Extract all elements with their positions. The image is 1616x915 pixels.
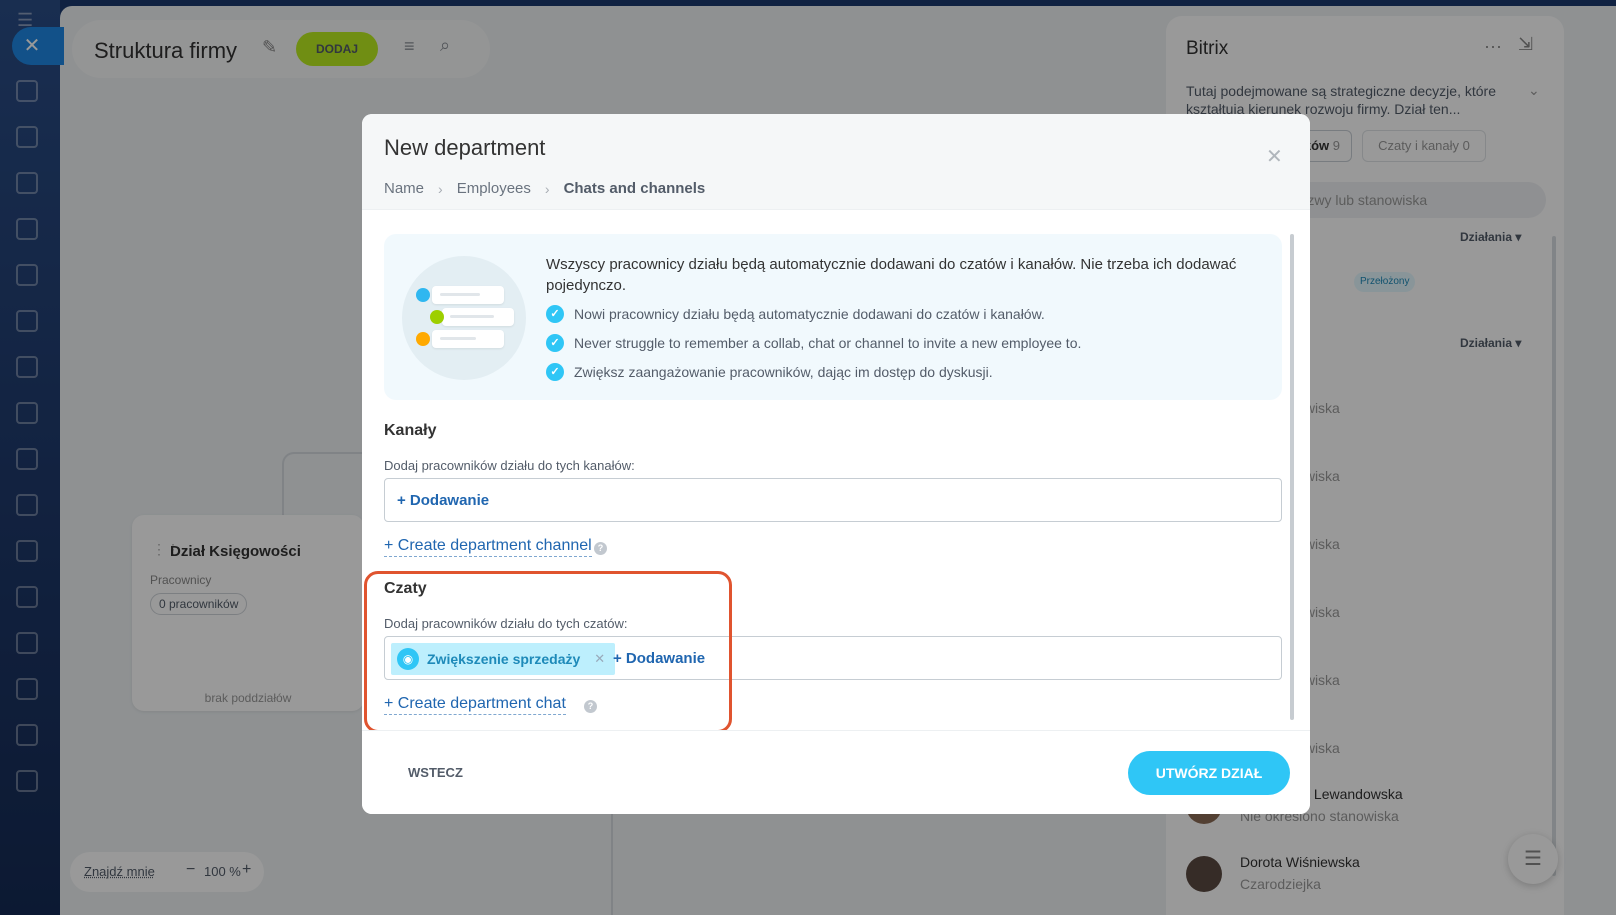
step-employees[interactable]: Employees [457, 180, 531, 197]
add-channel-button[interactable]: + Dodawanie [397, 492, 489, 509]
dialog-title: New department [384, 135, 546, 160]
chats-illustration-icon [402, 256, 526, 380]
info-title: Wszyscy pracownicy działu będą automatyc… [546, 256, 1237, 294]
chevron-right-icon: › [544, 180, 550, 197]
dialog-header: New department ✕ Name › Employees › Chat… [362, 114, 1310, 210]
channels-selector[interactable]: + Dodawanie [384, 478, 1282, 522]
info-item-text: Nowi pracownicy działu będą automatyczni… [574, 306, 1045, 322]
dialog-footer: WSTECZ UTWÓRZ DZIAŁ [362, 730, 1310, 814]
info-item-text: Zwiększ zaangażowanie pracowników, dając… [574, 364, 993, 380]
info-item: ✓ Nowi pracownicy działu będą automatycz… [546, 304, 1045, 324]
breadcrumb: Name › Employees › Chats and channels [384, 180, 705, 197]
new-department-dialog: New department ✕ Name › Employees › Chat… [362, 114, 1310, 814]
check-icon: ✓ [546, 334, 564, 352]
dialog-scrollbar[interactable] [1290, 234, 1294, 720]
info-item: ✓ Zwiększ zaangażowanie pracowników, daj… [546, 362, 993, 382]
help-icon[interactable]: ? [594, 542, 607, 555]
step-chats-channels[interactable]: Chats and channels [564, 180, 706, 197]
channels-title: Kanały [384, 422, 437, 439]
close-icon[interactable]: ✕ [1266, 144, 1283, 169]
chevron-right-icon: › [438, 180, 443, 197]
annotation-highlight [364, 571, 732, 733]
info-box: Wszyscy pracownicy działu będą automatyc… [384, 234, 1282, 400]
back-button[interactable]: WSTECZ [408, 765, 463, 780]
step-name[interactable]: Name [384, 180, 424, 197]
info-item-text: Never struggle to remember a collab, cha… [574, 335, 1082, 351]
info-item: ✓ Never struggle to remember a collab, c… [546, 333, 1081, 353]
create-channel-link[interactable]: + Create department channel [384, 536, 592, 557]
check-icon: ✓ [546, 363, 564, 381]
check-icon: ✓ [546, 305, 564, 323]
create-department-button[interactable]: UTWÓRZ DZIAŁ [1128, 751, 1290, 795]
channels-hint: Dodaj pracowników działu do tych kanałów… [384, 458, 635, 473]
